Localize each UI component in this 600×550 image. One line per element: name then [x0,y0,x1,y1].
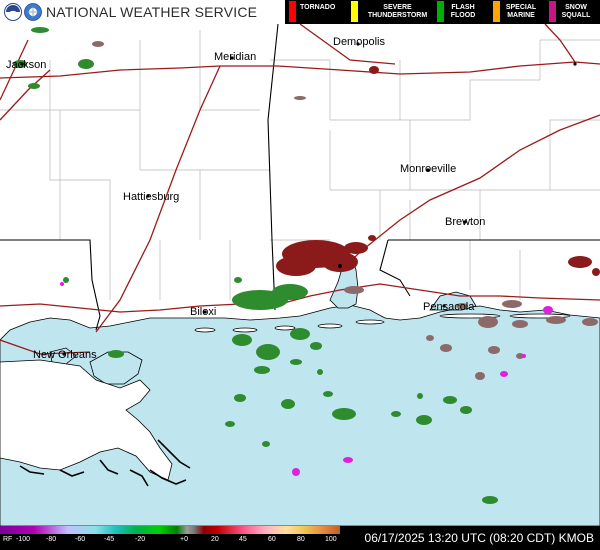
special-marine-swatch [493,1,500,22]
city-label-monroeville: Monroeville [400,163,456,175]
tornado-swatch [289,1,296,22]
title-bar: NATIONAL WEATHER SERVICE [0,0,285,24]
legend-label-flash-flood: FLASH FLOOD [450,4,476,19]
scale-tick: 45 [239,536,247,543]
scale-tick: -80 [46,536,57,543]
scale-tick: 80 [297,536,305,543]
scale-tick: +0 [180,536,188,543]
legend-label-special-marine: SPECIAL MARINE [505,4,537,19]
radar-site-marker [338,264,342,268]
legend-item-severe-thunderstorm: SEVERE THUNDERSTORM [347,0,433,24]
severe-thunderstorm-swatch [351,1,358,22]
header: NATIONAL WEATHER SERVICE TORNADO SEVERE … [0,0,600,24]
scale-gradient [0,526,340,534]
scale-tick: 100 [325,536,337,543]
city-label-pensacola: Pensacola [423,301,475,313]
legend-item-flash-flood: FLASH FLOOD [433,0,489,24]
scale-tick: -20 [135,536,146,543]
legend-item-tornado: TORNADO [285,0,347,24]
scale-label: RF [3,536,13,543]
timestamp-text: 06/17/2025 13:20 UTC (08:20 CDT) [364,531,556,545]
reflectivity-scale: RF -100 -80 -60 -45 -20 +0 20 45 60 80 1… [0,526,340,550]
city-label-biloxi: Biloxi [190,306,216,318]
city-label-demopolis: Demopolis [333,36,385,48]
snow-squall-swatch [549,1,556,22]
city-label-brewton: Brewton [445,216,485,228]
warning-legend: TORNADO SEVERE THUNDERSTORM FLASH FLOOD … [285,0,600,24]
scale-tick: 60 [268,536,276,543]
footer: RF -100 -80 -60 -45 -20 +0 20 45 60 80 1… [0,526,600,550]
radar-viewer: Jackson Meridian Demopolis Hattiesburg M… [0,0,600,550]
legend-label-snow-squall: SNOW SQUALL [561,4,591,19]
nws-title: NATIONAL WEATHER SERVICE [46,4,258,20]
city-label-new-orleans: New Orleans [33,349,97,361]
scale-tick: -45 [104,536,115,543]
scale-tick: 20 [211,536,219,543]
nws-logo-icon [24,3,42,21]
legend-item-special-marine: SPECIAL MARINE [489,0,545,24]
legend-label-tornado: TORNADO [300,4,336,11]
city-label-meridian: Meridian [214,51,256,63]
timestamp: 06/17/2025 13:20 UTC (08:20 CDT) KMOB [365,531,594,545]
noaa-logo-icon [4,3,22,21]
radar-map[interactable]: Jackson Meridian Demopolis Hattiesburg M… [0,0,600,526]
scale-tick: -60 [75,536,86,543]
station-id: KMOB [558,531,594,545]
legend-label-severe-thunderstorm: SEVERE THUNDERSTORM [367,4,428,19]
scale-tick: -100 [16,536,31,543]
flash-flood-swatch [437,1,444,22]
legend-item-snow-squall: SNOW SQUALL [545,0,600,24]
city-label-jackson: Jackson [6,59,46,71]
city-label-hattiesburg: Hattiesburg [123,191,179,203]
